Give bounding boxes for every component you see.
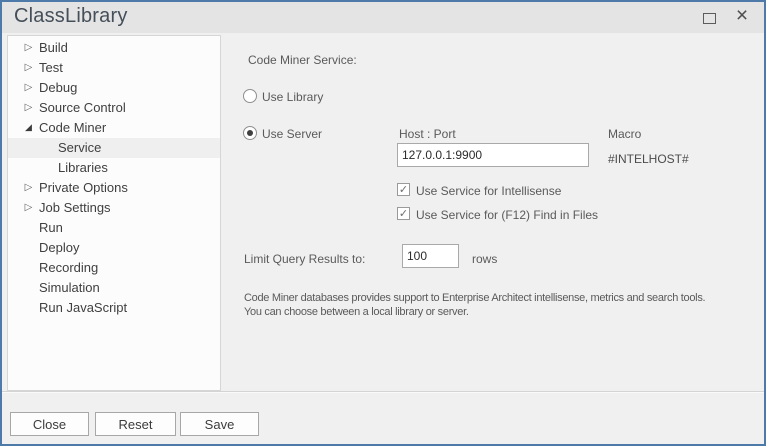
tree-item-libraries[interactable]: Libraries [8,158,220,178]
host-port-input[interactable] [397,143,589,167]
tree-item-run-javascript[interactable]: Run JavaScript [8,298,220,318]
collapsed-arrow-icon[interactable]: ▷ [18,58,39,78]
collapsed-arrow-icon[interactable]: ▷ [18,78,39,98]
collapsed-arrow-icon[interactable]: ▷ [18,198,39,218]
macro-value: #INTELHOST# [608,152,689,166]
rows-suffix-label: rows [472,252,497,266]
host-port-label: Host : Port [399,127,456,141]
tree-item-label: Test [39,58,63,78]
tree-item-build[interactable]: ▷Build [8,38,220,58]
settings-tree: ▷Build▷Test▷Debug▷Source Control◢Code Mi… [7,35,221,391]
collapsed-arrow-icon[interactable]: ▷ [18,38,39,58]
tree-item-label: Libraries [58,158,108,178]
tree-item-deploy[interactable]: Deploy [8,238,220,258]
tree-item-code-miner[interactable]: ◢Code Miner [8,118,220,138]
maximize-icon[interactable] [703,13,716,24]
close-button[interactable]: Close [10,412,89,436]
tree-item-label: Run JavaScript [39,298,127,318]
tree-item-label: Private Options [39,178,128,198]
limit-query-input[interactable] [402,244,459,268]
tree-item-label: Recording [39,258,98,278]
tree-item-service[interactable]: Service [8,138,220,158]
options-dialog: ClassLibrary × ▷Build▷Test▷Debug▷Source … [0,0,766,446]
description-line2: You can choose between a local library o… [244,305,705,319]
description-line1: Code Miner databases provides support to… [244,291,705,305]
tree-item-label: Code Miner [39,118,106,138]
tree-item-simulation[interactable]: Simulation [8,278,220,298]
tree-item-label: Debug [39,78,77,98]
window-title: ClassLibrary [14,5,128,28]
expanded-arrow-icon[interactable]: ◢ [18,118,39,138]
section-label: Code Miner Service: [248,53,357,67]
titlebar: ClassLibrary × [2,2,764,33]
footer-divider [2,391,764,393]
use-server-label[interactable]: Use Server [262,127,322,141]
tree-item-test[interactable]: ▷Test [8,58,220,78]
tree-item-source-control[interactable]: ▷Source Control [8,98,220,118]
reset-button[interactable]: Reset [95,412,176,436]
use-server-radio[interactable] [243,126,257,140]
use-library-radio[interactable] [243,89,257,103]
tree-item-run[interactable]: Run [8,218,220,238]
tree-item-label: Run [39,218,63,238]
tree-item-label: Simulation [39,278,100,298]
f12-find-checkbox[interactable]: ✓ [397,207,410,220]
tree-item-label: Job Settings [39,198,111,218]
macro-label: Macro [608,127,641,141]
intellisense-checkbox-label[interactable]: Use Service for Intellisense [416,184,561,198]
tree-item-private-options[interactable]: ▷Private Options [8,178,220,198]
collapsed-arrow-icon[interactable]: ▷ [18,98,39,118]
limit-query-label: Limit Query Results to: [244,252,365,266]
tree-item-label: Service [58,138,101,158]
close-icon[interactable]: × [731,2,753,30]
collapsed-arrow-icon[interactable]: ▷ [18,178,39,198]
save-button[interactable]: Save [180,412,259,436]
tree-item-recording[interactable]: Recording [8,258,220,278]
tree-item-label: Source Control [39,98,126,118]
tree-item-job-settings[interactable]: ▷Job Settings [8,198,220,218]
tree-item-label: Deploy [39,238,79,258]
f12-find-checkbox-label[interactable]: Use Service for (F12) Find in Files [416,208,598,222]
description-text: Code Miner databases provides support to… [244,291,705,319]
tree-item-label: Build [39,38,68,58]
use-library-label[interactable]: Use Library [262,90,323,104]
intellisense-checkbox[interactable]: ✓ [397,183,410,196]
tree-item-debug[interactable]: ▷Debug [8,78,220,98]
